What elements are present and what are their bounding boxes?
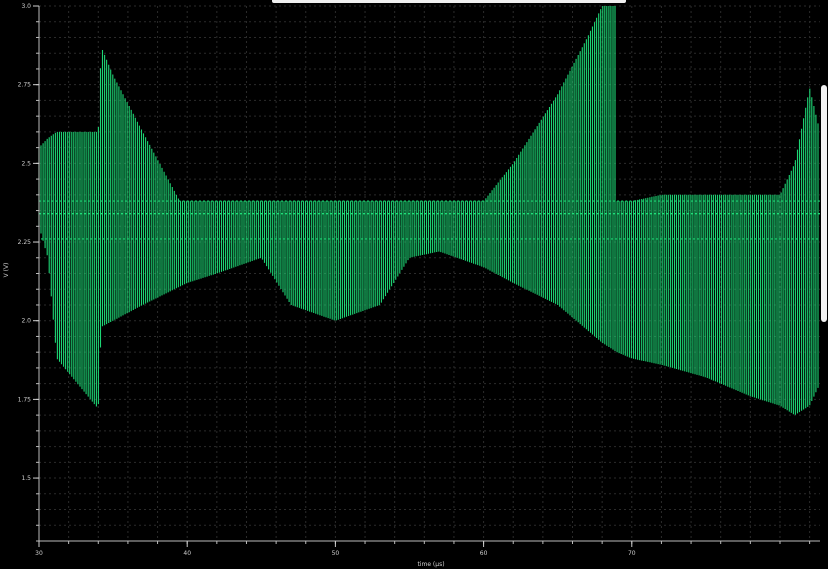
oscilloscope-plot: 1.5 1.75 2.0 2.25 2.5 2.75 3.0 30 40 50 60 70 time… (0, 0, 828, 569)
top-scroll-strip[interactable] (272, 0, 626, 3)
x-tick-label: 60 (480, 550, 488, 557)
x-tick-label: 40 (183, 550, 191, 557)
vertical-scrollbar-handle[interactable] (821, 85, 827, 322)
y-tick-label: 1.75 (18, 396, 32, 403)
x-tick-label: 70 (628, 550, 636, 557)
x-axis-label: time (µs) (417, 561, 444, 568)
plot-background (0, 0, 828, 569)
y-tick-label: 2.25 (18, 239, 32, 246)
y-tick-label: 1.5 (21, 475, 31, 482)
y-tick-label: 2.5 (21, 160, 31, 167)
y-axis-label: V (V) (3, 263, 10, 278)
y-tick-label: 2.0 (21, 318, 31, 325)
y-tick-label: 3.0 (21, 3, 31, 10)
y-tick-label: 2.75 (18, 82, 32, 89)
x-tick-label: 30 (35, 550, 43, 557)
x-tick-label: 50 (332, 550, 340, 557)
